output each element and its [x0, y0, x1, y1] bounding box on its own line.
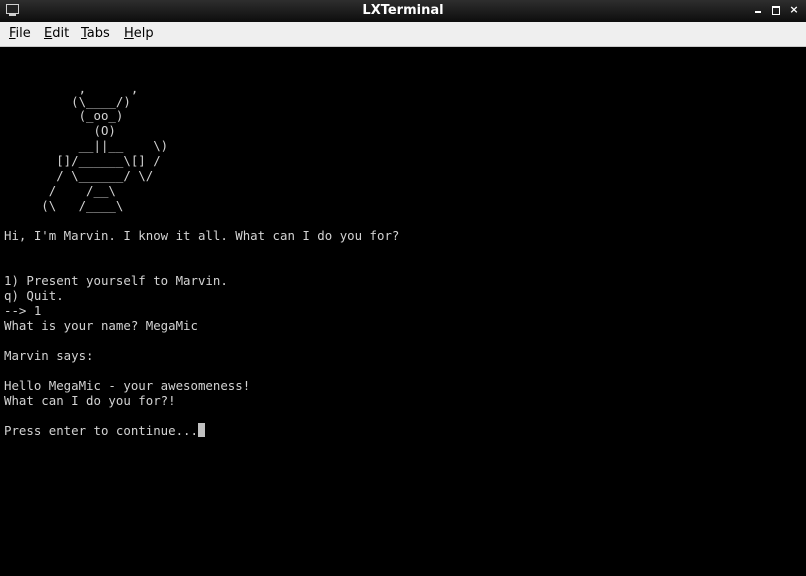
- menu-tabs[interactable]: Tabs: [81, 26, 110, 41]
- close-button[interactable]: ×: [788, 4, 800, 16]
- minimize-icon: [755, 11, 761, 13]
- ascii-art-line: (_oo_): [4, 108, 124, 123]
- menu-edit[interactable]: Edit: [44, 26, 69, 41]
- ascii-art-line: (\ /____\: [4, 198, 124, 213]
- name-prompt-line: What is your name? MegaMic: [4, 318, 198, 333]
- question-line: What can I do you for?!: [4, 393, 176, 408]
- menu-help[interactable]: Help: [124, 26, 154, 41]
- menu-bar: File Edit Tabs Help: [0, 22, 806, 47]
- marvin-says-line: Marvin says:: [4, 348, 94, 363]
- continue-prompt-line: Press enter to continue...: [4, 423, 205, 438]
- terminal-output[interactable]: , , (\____/) (_oo_) (O) __||__ \) []/___…: [2, 47, 802, 572]
- ascii-art-line: __||__ \): [4, 138, 169, 153]
- greeting-line: Hi, I'm Marvin. I know it all. What can …: [4, 228, 400, 243]
- menu-file[interactable]: File: [9, 26, 31, 41]
- menu-option-quit: q) Quit.: [4, 288, 64, 303]
- continue-prompt-text: Press enter to continue...: [4, 423, 198, 438]
- lxterminal-window: LXTerminal × File Edit Tabs Help , , (\_…: [0, 0, 806, 576]
- ascii-art-line: (\____/): [4, 94, 131, 109]
- ascii-art-line: []/______\[] /: [4, 153, 161, 168]
- ascii-art-line: (O): [4, 123, 116, 138]
- text-cursor: [197, 423, 205, 437]
- minimize-button[interactable]: [752, 4, 764, 16]
- hello-line: Hello MegaMic - your awesomeness!: [4, 378, 251, 393]
- maximize-button[interactable]: [770, 4, 782, 16]
- close-icon: ×: [789, 3, 799, 16]
- title-bar[interactable]: LXTerminal ×: [0, 0, 806, 22]
- maximize-icon: [772, 6, 780, 15]
- input-echo-line: --> 1: [4, 303, 42, 318]
- window-title: LXTerminal: [362, 3, 444, 18]
- menu-option-present: 1) Present yourself to Marvin.: [4, 273, 228, 288]
- ascii-art-line: / /__\: [4, 183, 116, 198]
- ascii-art-line: / \______/ \/: [4, 168, 154, 183]
